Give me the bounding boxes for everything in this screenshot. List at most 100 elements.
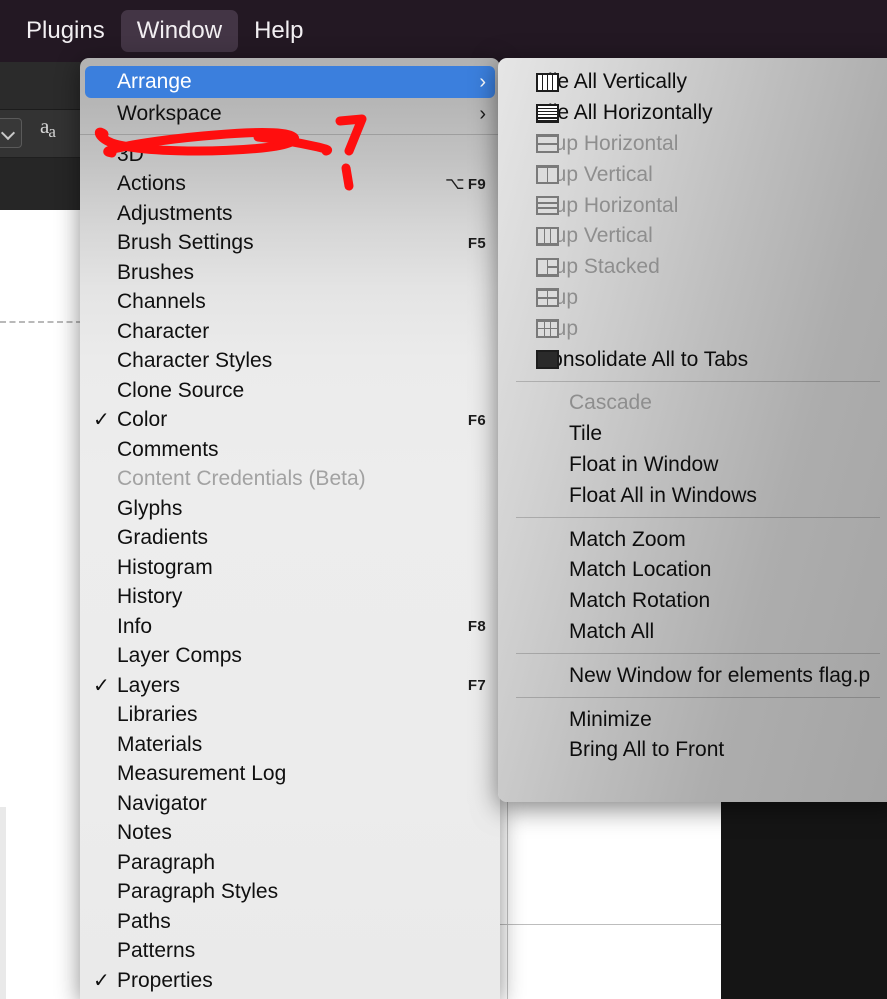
window-menu-item-adjustments[interactable]: Adjustments xyxy=(80,199,500,229)
window-menu-item-layer-comps[interactable]: Layer Comps xyxy=(80,642,500,672)
menu-item-label: Histogram xyxy=(117,555,213,579)
submenu-separator xyxy=(516,380,880,382)
window-menu-item-paths[interactable]: Paths xyxy=(80,907,500,937)
menu-item-label: Info xyxy=(117,614,153,638)
chevron-right-icon: › xyxy=(479,71,486,93)
arrange-item-tile[interactable]: Tile xyxy=(498,419,887,450)
tile-cell xyxy=(538,329,544,336)
tile-cell xyxy=(544,229,551,244)
arrange-item-minimize[interactable]: Minimize xyxy=(498,704,887,735)
arrange-item-float-all-in-windows[interactable]: Float All in Windows xyxy=(498,480,887,511)
tile-cell xyxy=(538,229,544,244)
arrange-item-label: Match Rotation xyxy=(569,589,711,613)
menubar-item-help[interactable]: Help xyxy=(238,10,319,52)
arrange-item-match-location[interactable]: Match Location xyxy=(498,555,887,586)
menu-item-label: Notes xyxy=(117,821,172,845)
tile-cell xyxy=(548,298,557,306)
menu-item-label: Layers xyxy=(117,673,181,697)
2up-horizontal-icon xyxy=(536,134,559,154)
tile-cell xyxy=(538,167,547,182)
window-menu-item-info[interactable]: Info F8 xyxy=(80,612,500,642)
options-dropdown-button[interactable] xyxy=(0,118,22,148)
submenu-separator xyxy=(516,697,880,699)
window-menu-item-character-styles[interactable]: Character Styles xyxy=(80,347,500,377)
window-menu-item-paragraph-styles[interactable]: Paragraph Styles xyxy=(80,878,500,908)
window-menu-item-clone-source[interactable]: Clone Source xyxy=(80,376,500,406)
window-menu-item-actions[interactable]: Actions ⌥ F9 xyxy=(80,170,500,200)
3up-horizontal-icon xyxy=(536,196,559,216)
window-menu-item-navigator[interactable]: Navigator xyxy=(80,789,500,819)
menu-item-label: Patterns xyxy=(117,939,196,963)
window-menu-item-comments[interactable]: Comments xyxy=(80,435,500,465)
window-menu-item-glyphs[interactable]: Glyphs xyxy=(80,494,500,524)
tile-cell xyxy=(544,321,551,329)
menu-item-label: Character xyxy=(117,319,210,343)
check-mark-icon: ✓ xyxy=(93,674,110,697)
window-menu-item-notes[interactable]: Notes xyxy=(80,819,500,849)
window-menu-item-arrange[interactable]: Arrange › xyxy=(85,66,495,98)
tile-cell xyxy=(548,267,557,275)
arrange-item-tile-all-horizontally[interactable]: Tile All Horizontally xyxy=(498,98,887,129)
arrange-item-3-up-vertical: 3-up Vertical xyxy=(498,221,887,252)
window-menu-item-3d[interactable]: 3D xyxy=(80,140,500,170)
arrange-item-bring-all-to-front[interactable]: Bring All to Front xyxy=(498,735,887,766)
shortcut-key: F5 xyxy=(467,234,486,252)
arrange-item-match-rotation[interactable]: Match Rotation xyxy=(498,586,887,617)
canvas-divider-vertical xyxy=(507,797,508,999)
window-menu-item-layers[interactable]: ✓ Layers F7 xyxy=(80,671,500,701)
arrange-item-label: Float All in Windows xyxy=(569,483,757,507)
window-menu-item-history[interactable]: History xyxy=(80,583,500,613)
3up-stacked-icon xyxy=(536,257,559,277)
arrange-item-match-zoom[interactable]: Match Zoom xyxy=(498,524,887,555)
arrange-item-label: Match All xyxy=(569,619,655,643)
menu-item-label: Navigator xyxy=(117,791,207,815)
window-menu-item-histogram[interactable]: Histogram xyxy=(80,553,500,583)
window-menu-item-color[interactable]: ✓ Color F6 xyxy=(80,406,500,436)
window-menu-item-workspace[interactable]: Workspace › xyxy=(80,98,500,129)
arrange-item-new-window-for-elements-flag-p[interactable]: New Window for elements flag.p xyxy=(498,660,887,691)
tile-cell xyxy=(538,298,547,306)
window-menu-item-materials[interactable]: Materials xyxy=(80,730,500,760)
tile-cell xyxy=(538,115,557,118)
option-key-icon: ⌥ xyxy=(445,174,465,194)
shortcut-key: F7 xyxy=(467,677,486,695)
tile-cell xyxy=(538,208,557,213)
tile-vertical-4-icon xyxy=(536,72,559,92)
arrange-item-float-in-window[interactable]: Float in Window xyxy=(498,450,887,481)
menu-item-label: Content Credentials (Beta) xyxy=(117,467,366,491)
window-menu-item-patterns[interactable]: Patterns xyxy=(80,937,500,967)
menu-item-shortcut: F6 xyxy=(468,412,486,429)
submenu-separator xyxy=(516,517,880,519)
arrange-item-consolidate-all-to-tabs[interactable]: Consolidate All to Tabs xyxy=(498,344,887,375)
tile-cell xyxy=(538,144,557,152)
menu-item-label: Arrange xyxy=(117,70,192,93)
menu-item-label: Color xyxy=(117,408,168,432)
menubar-item-plugins[interactable]: Plugins xyxy=(10,10,121,52)
window-menu-item-gradients[interactable]: Gradients xyxy=(80,524,500,554)
menubar-item-window[interactable]: Window xyxy=(120,10,239,52)
window-menu-item-brushes[interactable]: Brushes xyxy=(80,258,500,288)
arrange-item-match-all[interactable]: Match All xyxy=(498,617,887,648)
window-menu-item-paragraph[interactable]: Paragraph xyxy=(80,848,500,878)
aa-icon[interactable]: aa xyxy=(40,114,56,141)
window-menu-item-properties[interactable]: ✓ Properties xyxy=(80,966,500,996)
menu-item-label: Measurement Log xyxy=(117,762,287,786)
menu-item-label: Channels xyxy=(117,290,206,314)
window-menu-item-libraries[interactable]: Libraries xyxy=(80,701,500,731)
tile-cell xyxy=(538,203,557,208)
arrange-item-label: Bring All to Front xyxy=(569,738,725,762)
menu-item-label: Adjustments xyxy=(117,201,233,225)
arrange-item-label: Consolidate All to Tabs xyxy=(536,347,749,371)
menu-item-label: 3D xyxy=(117,142,144,166)
arrange-item-3-up-horizontal: 3-up Horizontal xyxy=(498,190,887,221)
window-menu-item-content-credentials-beta: Content Credentials (Beta) xyxy=(80,465,500,495)
tile-cell xyxy=(548,260,557,267)
window-menu-item-measurement-log[interactable]: Measurement Log xyxy=(80,760,500,790)
window-menu-item-channels[interactable]: Channels xyxy=(80,288,500,318)
window-menu-item-character[interactable]: Character xyxy=(80,317,500,347)
window-menu-item-brush-settings[interactable]: Brush Settings F5 xyxy=(80,229,500,259)
tile-cell xyxy=(553,75,557,90)
menu-item-label: Glyphs xyxy=(117,496,183,520)
arrange-item-tile-all-vertically[interactable]: Tile All Vertically xyxy=(498,67,887,98)
menu-item-label: Clone Source xyxy=(117,378,245,402)
